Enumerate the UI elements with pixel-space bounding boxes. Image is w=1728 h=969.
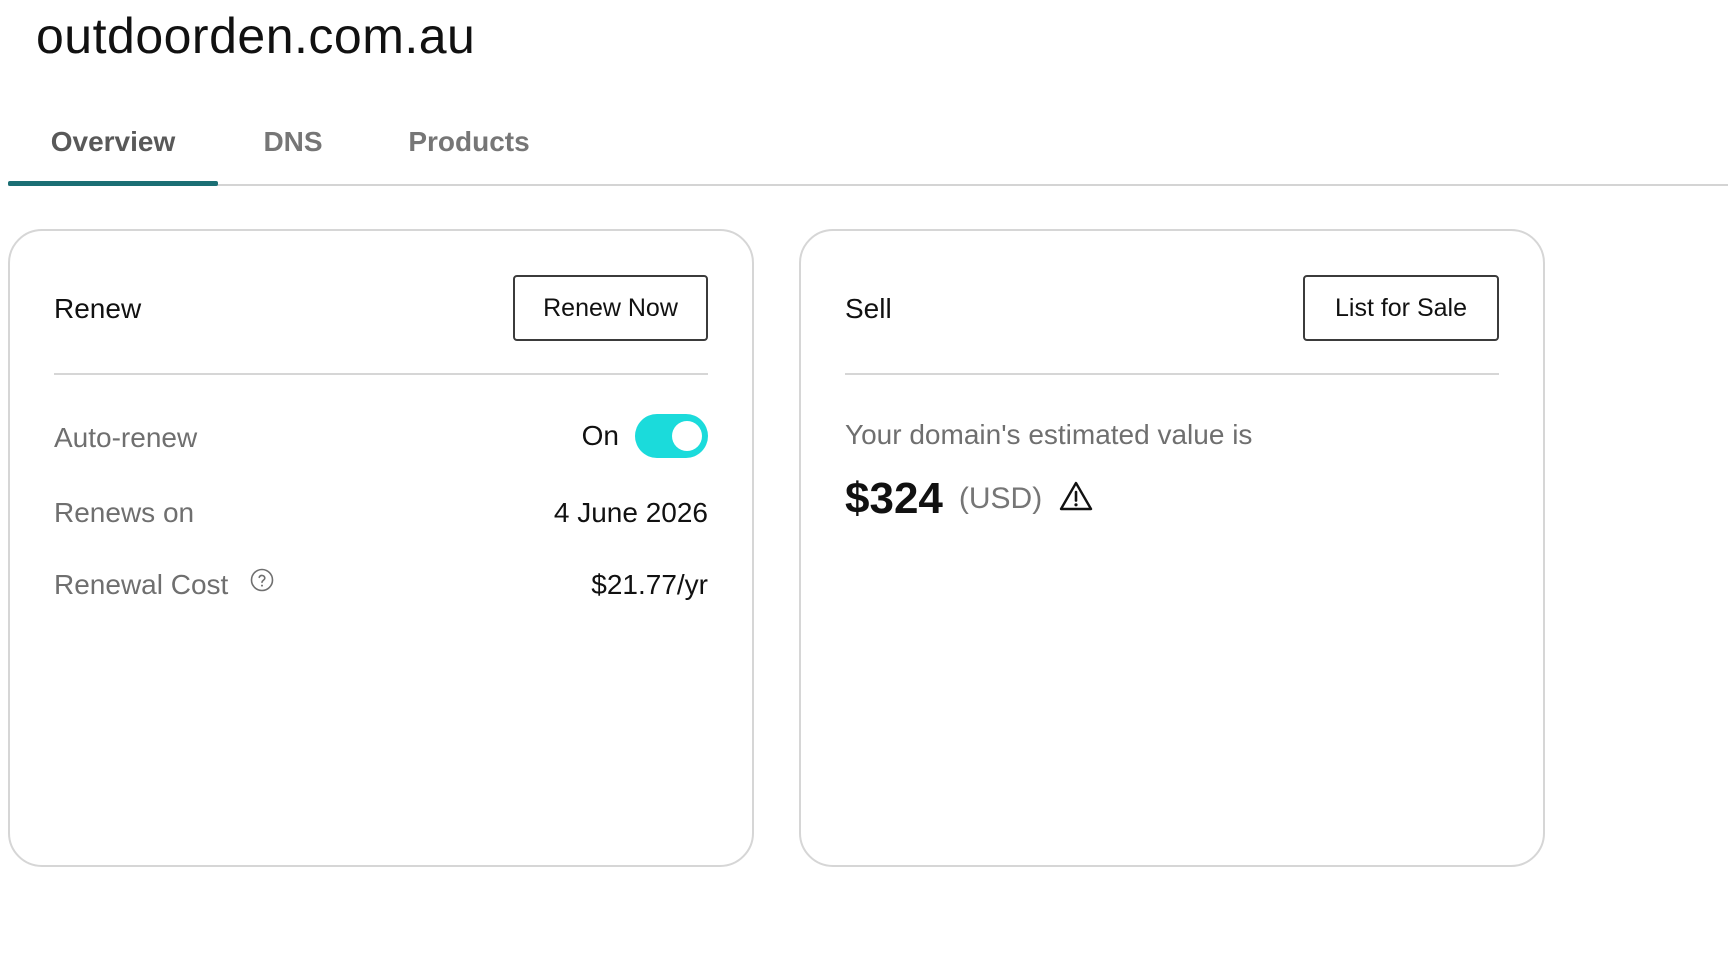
warning-triangle-icon[interactable]: [1058, 480, 1094, 512]
auto-renew-toggle[interactable]: [635, 414, 708, 458]
tab-dns[interactable]: DNS: [248, 100, 338, 184]
tab-overview[interactable]: Overview: [8, 100, 218, 186]
renews-on-label: Renews on: [54, 497, 195, 528]
tab-overview-label: Overview: [50, 126, 176, 157]
estimated-value-currency: (USD): [958, 482, 1043, 515]
tab-dns-label: DNS: [263, 126, 323, 157]
estimated-value: $324 (USD): [845, 471, 1094, 527]
renew-now-button[interactable]: Renew Now: [513, 275, 708, 341]
list-for-sale-button[interactable]: List for Sale: [1303, 275, 1499, 341]
sell-card: Sell List for Sale Your domain's estimat…: [799, 229, 1545, 867]
renew-heading: Renew: [54, 293, 142, 324]
auto-renew-state: On: [581, 420, 619, 451]
renewal-cost-row-label: Renewal Cost: [54, 567, 274, 603]
auto-renew-label: Auto-renew: [54, 422, 198, 453]
active-tab-indicator: [8, 181, 218, 186]
sell-heading: Sell: [845, 293, 892, 324]
auto-renew-control: On: [582, 414, 708, 458]
renew-card: Renew Renew Now Auto-renew On Renews on …: [8, 229, 754, 867]
domain-title: outdoorden.com.au: [36, 8, 476, 64]
renewal-cost-value: $21.77/yr: [591, 569, 708, 600]
estimated-value-amount: $324: [845, 474, 943, 523]
renews-on-value: 4 June 2026: [553, 497, 708, 528]
tab-products-label: Products: [408, 126, 530, 157]
tab-products[interactable]: Products: [394, 100, 544, 184]
renewal-cost-label: Renewal Cost: [54, 569, 229, 600]
estimated-value-intro: Your domain's estimated value is: [845, 419, 1253, 450]
renew-divider: [54, 373, 708, 375]
tab-bar: Overview DNS Products: [8, 100, 1728, 186]
toggle-knob: [672, 421, 702, 451]
help-circle-icon[interactable]: [250, 568, 274, 592]
sell-divider: [845, 373, 1499, 375]
